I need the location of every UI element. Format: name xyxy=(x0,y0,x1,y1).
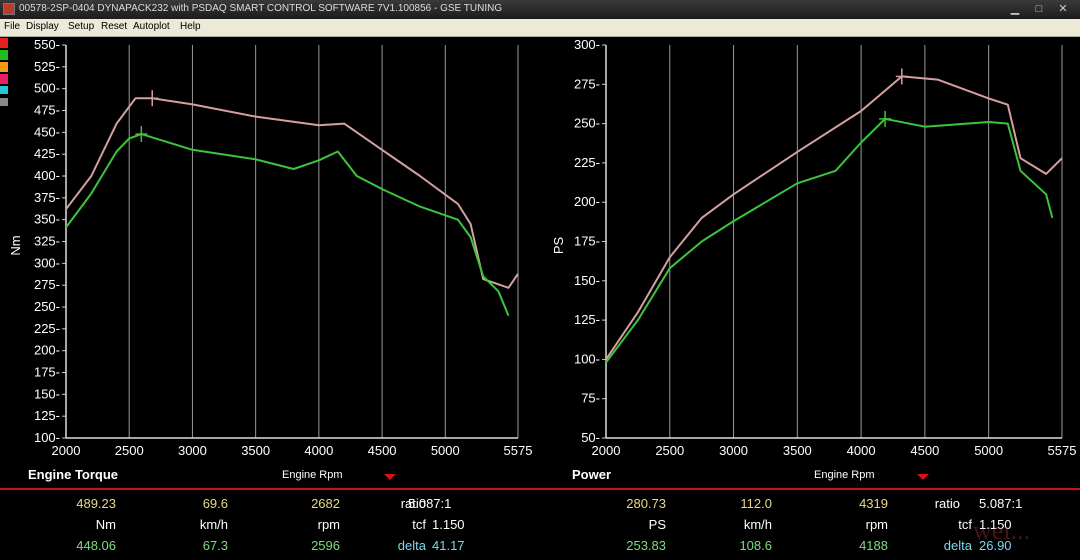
left-run2-speed: 67.3 xyxy=(202,538,228,553)
left-unit-speed: km/h xyxy=(199,517,228,532)
y-tick-label: 50- xyxy=(581,430,600,445)
y-tick-label: 175- xyxy=(574,234,600,249)
right-unit-power: PS xyxy=(648,517,666,532)
y-tick-label: 350- xyxy=(34,212,60,227)
right-unit-speed: km/h xyxy=(743,517,772,532)
x-tick-label: 2000 xyxy=(592,443,621,458)
left-panel-title: Engine Torque xyxy=(28,467,119,482)
y-tick-label: 525- xyxy=(34,59,60,74)
y-tick-label: 300- xyxy=(34,255,60,270)
x-tick-label: 5000 xyxy=(974,443,1003,458)
x-tick-label: 3500 xyxy=(241,443,270,458)
series-line xyxy=(605,117,1054,364)
y-axis-label: Nm xyxy=(8,235,23,255)
y-tick-label: 275- xyxy=(574,76,600,91)
x-tick-label: 4500 xyxy=(368,443,397,458)
x-tick-label: 2500 xyxy=(115,443,144,458)
left-delta-value: 41.17 xyxy=(432,538,465,553)
y-tick-label: 125- xyxy=(34,408,60,423)
x-tick-label: 5575 xyxy=(1048,443,1077,458)
x-tick-label: 3000 xyxy=(719,443,748,458)
right-panel-title: Power xyxy=(572,467,612,482)
x-tick-label: 3500 xyxy=(783,443,812,458)
y-tick-label: 150- xyxy=(34,386,60,401)
y-tick-label: 225- xyxy=(34,321,60,336)
left-run2-rpm: 2596 xyxy=(311,538,340,553)
right-max-power: 280.73 xyxy=(626,496,666,511)
panel-divider xyxy=(0,488,1080,490)
left-tcf-label: tcf xyxy=(412,517,426,532)
right-run2-rpm: 4188 xyxy=(859,538,888,553)
x-tick-label: 5575 xyxy=(504,443,533,458)
right-tcf-label: tcf xyxy=(958,517,972,532)
y-tick-label: 250- xyxy=(574,116,600,131)
right-run2-speed: 108.6 xyxy=(739,538,772,553)
y-tick-label: 475- xyxy=(34,103,60,118)
right-max-speed: 112.0 xyxy=(740,496,772,511)
right-ratio-value: 5.087:1 xyxy=(979,496,1023,511)
series-line xyxy=(65,133,510,317)
x-tick-label: 4000 xyxy=(304,443,333,458)
right-axis-dropdown-icon[interactable] xyxy=(917,474,929,480)
x-tick-label: 4000 xyxy=(847,443,876,458)
left-unit-torque: Nm xyxy=(95,517,116,532)
y-tick-label: 400- xyxy=(34,168,60,183)
left-tcf-value: 1.150 xyxy=(432,517,465,532)
y-tick-label: 125- xyxy=(574,312,600,327)
y-tick-label: 200- xyxy=(34,343,60,358)
y-tick-label: 450- xyxy=(34,124,60,139)
y-tick-label: 500- xyxy=(34,81,60,96)
x-tick-label: 2500 xyxy=(655,443,684,458)
right-ratio-label: ratio xyxy=(934,496,960,511)
y-tick-label: 275- xyxy=(34,277,60,292)
series-line xyxy=(65,97,519,289)
y-tick-label: 150- xyxy=(574,273,600,288)
y-tick-label: 100- xyxy=(574,351,600,366)
y-tick-label: 300- xyxy=(574,37,600,52)
left-max-rpm: 2682 xyxy=(311,496,340,511)
series-line xyxy=(605,75,1063,360)
y-tick-label: 550- xyxy=(34,37,60,52)
right-delta-label: delta xyxy=(943,538,972,553)
y-tick-label: 100- xyxy=(34,430,60,445)
left-x-axis-selector[interactable]: Engine Rpm xyxy=(282,469,343,481)
left-ratio-value: 5.087:1 xyxy=(408,496,452,511)
x-tick-label: 4500 xyxy=(910,443,939,458)
dyno-charts: 2000 2500 3000 3500 4000 4500 5000 5575 100- 125-… xyxy=(8,37,1077,458)
x-tick-label: 3000 xyxy=(178,443,207,458)
left-unit-rpm: rpm xyxy=(317,517,340,532)
x-tick-label: 5000 xyxy=(431,443,460,458)
y-tick-label: 200- xyxy=(574,194,600,209)
watermark: wei... xyxy=(972,516,1030,545)
y-tick-label: 375- xyxy=(34,190,60,205)
y-tick-label: 225- xyxy=(574,155,600,170)
y-tick-label: 325- xyxy=(34,234,60,249)
y-axis-label: PS xyxy=(551,237,566,255)
y-tick-label: 250- xyxy=(34,299,60,314)
y-tick-label: 425- xyxy=(34,146,60,161)
right-unit-rpm: rpm xyxy=(865,517,888,532)
x-tick-label: 2000 xyxy=(52,443,81,458)
y-tick-label: 175- xyxy=(34,365,60,380)
left-max-speed: 69.6 xyxy=(202,496,228,511)
left-axis-dropdown-icon[interactable] xyxy=(384,474,396,480)
right-x-axis-selector[interactable]: Engine Rpm xyxy=(814,469,875,481)
right-run2-power: 253.83 xyxy=(626,538,666,553)
left-max-torque: 489.23 xyxy=(76,496,116,511)
left-run2-torque: 448.06 xyxy=(76,538,116,553)
left-delta-label: delta xyxy=(397,538,426,553)
right-max-rpm: 4319 xyxy=(859,496,888,511)
y-tick-label: 75- xyxy=(581,391,600,406)
